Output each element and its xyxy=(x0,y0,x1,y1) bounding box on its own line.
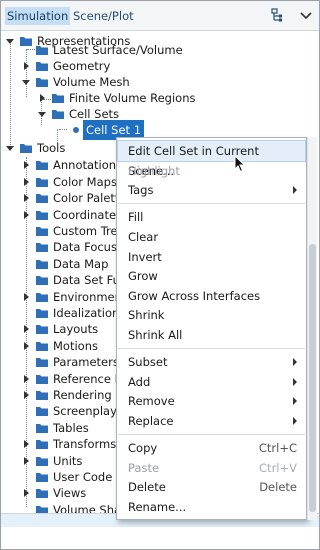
folder-icon xyxy=(36,78,48,87)
menu-separator xyxy=(118,434,305,435)
collapsed-arrow-icon[interactable] xyxy=(21,287,33,307)
folder-icon xyxy=(36,62,48,71)
menu-item-clear[interactable]: Clear xyxy=(118,227,305,247)
menu-item-label: Tags xyxy=(128,183,154,197)
menu-item-label: Copy xyxy=(128,441,158,455)
menu-item-label: Invert xyxy=(128,250,162,264)
context-menu: Edit Cell Set in Current Scene... Highli… xyxy=(116,137,307,520)
menu-item-label: Delete xyxy=(128,480,166,494)
menu-item-label: Add xyxy=(128,375,151,389)
shortcut-label: Ctrl+V xyxy=(259,461,297,475)
menu-item-shrink[interactable]: Shrink xyxy=(118,305,305,325)
menu-item-label: Shrink xyxy=(128,308,165,322)
menu-item-delete[interactable]: Delete Delete xyxy=(118,477,305,497)
submenu-arrow-icon xyxy=(293,378,297,386)
folder-icon xyxy=(36,440,48,449)
menu-item-label: Highlight xyxy=(128,164,180,178)
menu-item-label: Fill xyxy=(128,210,144,224)
collapsed-arrow-icon[interactable] xyxy=(21,336,33,356)
scrollbar-thumb[interactable] xyxy=(309,244,316,512)
expanded-arrow-icon[interactable] xyxy=(37,104,49,124)
cell-set-dot-icon xyxy=(73,127,79,133)
collapsed-arrow-icon[interactable] xyxy=(21,451,33,471)
menu-item-tags[interactable]: Tags xyxy=(118,180,305,200)
submenu-arrow-icon xyxy=(293,358,297,366)
folder-icon xyxy=(36,178,48,187)
menu-item-label: Rename... xyxy=(128,500,187,514)
menu-item-label: Grow Across Interfaces xyxy=(128,289,261,303)
folder-icon xyxy=(36,309,48,318)
folder-icon xyxy=(36,375,48,384)
menu-item-highlight: Highlight xyxy=(118,161,305,181)
menu-item-edit-cell-set[interactable]: Edit Cell Set in Current Scene... xyxy=(117,140,306,178)
folder-icon xyxy=(20,37,32,46)
submenu-arrow-icon xyxy=(293,186,297,194)
menu-item-replace[interactable]: Replace xyxy=(118,411,305,431)
menu-item-grow[interactable]: Grow xyxy=(118,266,305,286)
menu-item-rename[interactable]: Rename... xyxy=(118,497,305,517)
menu-item-grow-across-interfaces[interactable]: Grow Across Interfaces xyxy=(118,286,305,306)
folder-icon xyxy=(36,194,48,203)
folder-icon xyxy=(36,424,48,433)
folder-icon xyxy=(36,325,48,334)
folder-icon xyxy=(20,144,32,153)
tree-scrollbar[interactable] xyxy=(307,137,317,520)
menu-item-label: Paste xyxy=(128,461,160,475)
folder-icon xyxy=(36,243,48,252)
tab-scene-plot[interactable]: Scene/Plot xyxy=(71,7,136,25)
menu-item-shrink-all[interactable]: Shrink All xyxy=(118,325,305,345)
submenu-arrow-icon xyxy=(293,397,297,405)
folder-icon xyxy=(36,276,48,285)
menu-item-fill[interactable]: Fill xyxy=(118,207,305,227)
folder-icon xyxy=(36,473,48,482)
shortcut-label: Delete xyxy=(259,480,297,494)
expanded-arrow-icon[interactable] xyxy=(21,72,33,92)
expanded-arrow-icon[interactable] xyxy=(5,138,17,158)
folder-icon xyxy=(52,110,64,119)
folder-icon xyxy=(36,293,48,302)
menu-item-label: Replace xyxy=(128,414,174,428)
submenu-arrow-icon xyxy=(293,417,297,425)
folder-icon xyxy=(36,489,48,498)
menu-item-remove[interactable]: Remove xyxy=(118,391,305,411)
menu-item-label: Subset xyxy=(128,355,168,369)
collapsed-arrow-icon[interactable] xyxy=(21,385,33,405)
expanded-arrow-icon[interactable] xyxy=(5,31,17,51)
menu-item-add[interactable]: Add xyxy=(118,372,305,392)
folder-icon xyxy=(36,391,48,400)
folder-icon xyxy=(36,161,48,170)
folder-icon xyxy=(36,407,48,416)
menu-item-label: Grow xyxy=(128,269,158,283)
menu-item-invert[interactable]: Invert xyxy=(118,247,305,267)
folder-icon xyxy=(36,211,48,220)
collapsed-arrow-icon[interactable] xyxy=(21,483,33,503)
tree-view-icon[interactable] xyxy=(269,6,287,24)
folder-icon xyxy=(36,358,48,367)
folder-icon xyxy=(36,457,48,466)
folder-icon xyxy=(36,227,48,236)
folder-icon xyxy=(36,260,48,269)
tab-bar: Simulation Scene/Plot xyxy=(1,1,319,31)
chevron-down-icon[interactable] xyxy=(297,6,315,24)
folder-icon xyxy=(36,342,48,351)
menu-item-copy[interactable]: Copy Ctrl+C xyxy=(118,438,305,458)
menu-separator xyxy=(118,203,305,204)
menu-item-paste: Paste Ctrl+V xyxy=(118,458,305,478)
shortcut-label: Ctrl+C xyxy=(258,441,297,455)
menu-item-label: Shrink All xyxy=(128,328,183,342)
tab-simulation[interactable]: Simulation xyxy=(5,7,71,25)
menu-item-label: Remove xyxy=(128,394,175,408)
folder-icon xyxy=(36,46,48,55)
menu-separator xyxy=(118,348,305,349)
collapsed-arrow-icon[interactable] xyxy=(21,205,33,225)
menu-item-label: Clear xyxy=(128,230,159,244)
folder-icon xyxy=(52,94,64,103)
menu-item-subset[interactable]: Subset xyxy=(118,352,305,372)
